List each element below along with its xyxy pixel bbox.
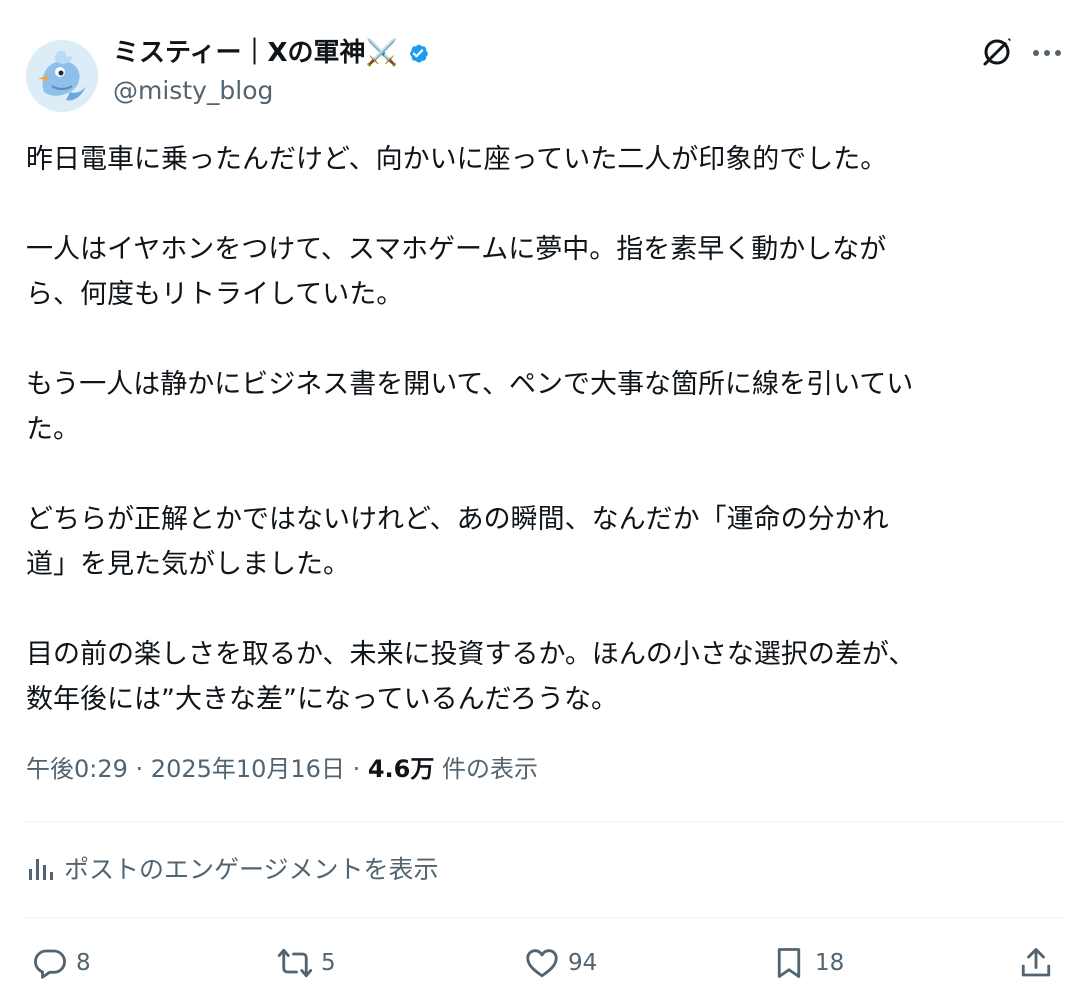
verified-badge-icon[interactable]: [404, 39, 432, 67]
bookmark-icon: [777, 948, 801, 978]
like-button[interactable]: 94: [524, 940, 597, 986]
tweet-date[interactable]: 2025年10月16日: [151, 755, 345, 783]
share-button[interactable]: [1018, 940, 1054, 986]
tweet-paragraph: 一人はイヤホンをつけて、スマホゲームに夢中。指を素早く動かしなが ら、何度もリト…: [26, 234, 887, 310]
meta-separator: ·: [127, 755, 151, 783]
like-count: 94: [568, 950, 598, 976]
author-handle[interactable]: @misty_blog: [113, 73, 273, 109]
avatar[interactable]: [26, 40, 98, 112]
reply-count: 8: [76, 950, 91, 976]
author-display-name[interactable]: ミスティー｜Xの軍神⚔️: [113, 32, 398, 74]
tweet-paragraph: もう一人は静かにビジネス書を開いて、ペンで大事な箇所に線を引いてい た。: [26, 369, 914, 445]
repost-icon: [277, 948, 313, 978]
view-engagement-label: ポストのエンゲージメントを表示: [64, 855, 439, 884]
repost-count: 5: [321, 950, 336, 976]
share-icon: [1021, 948, 1051, 977]
views-label: 件の表示: [434, 755, 538, 783]
tweet-paragraph: 昨日電車に乗ったんだけど、向かいに座っていた二人が印象的でした。: [26, 144, 888, 175]
repost-button[interactable]: 5: [277, 940, 336, 986]
reply-button[interactable]: 8: [32, 940, 91, 986]
divider: [26, 917, 1064, 918]
reply-icon: [34, 949, 66, 979]
tweet-text: 昨日電車に乗ったんだけど、向かいに座っていた二人が印象的でした。 一人はイヤホン…: [26, 137, 1066, 722]
author-name-row: ミスティー｜Xの軍神⚔️: [113, 32, 432, 74]
meta-separator: ·: [344, 755, 368, 783]
bar-chart-icon: [29, 859, 53, 880]
more-icon[interactable]: [1030, 38, 1064, 68]
view-engagement-link[interactable]: ポストのエンゲージメントを表示: [26, 848, 439, 888]
tweet-paragraph: 目の前の楽しさを取るか、未来に投資するか。ほんの小さな選択の差が、 数年後には”…: [26, 639, 916, 715]
bookmark-button[interactable]: 18: [771, 940, 844, 986]
phoenix-avatar-icon: [26, 40, 98, 112]
tweet-paragraph: どちらが正解とかではないけれど、あの瞬間、なんだか「運命の分かれ 道」を見た気が…: [26, 504, 889, 580]
views-count: 4.6万: [367, 755, 435, 783]
heart-icon: [526, 949, 558, 978]
tweet-meta: 午後0:29 · 2025年10月16日 · 4.6万 件の表示: [26, 750, 538, 788]
grok-icon[interactable]: [979, 34, 1015, 70]
tweet-time[interactable]: 午後0:29: [26, 755, 128, 783]
divider: [26, 821, 1064, 822]
bookmark-count: 18: [815, 950, 845, 976]
